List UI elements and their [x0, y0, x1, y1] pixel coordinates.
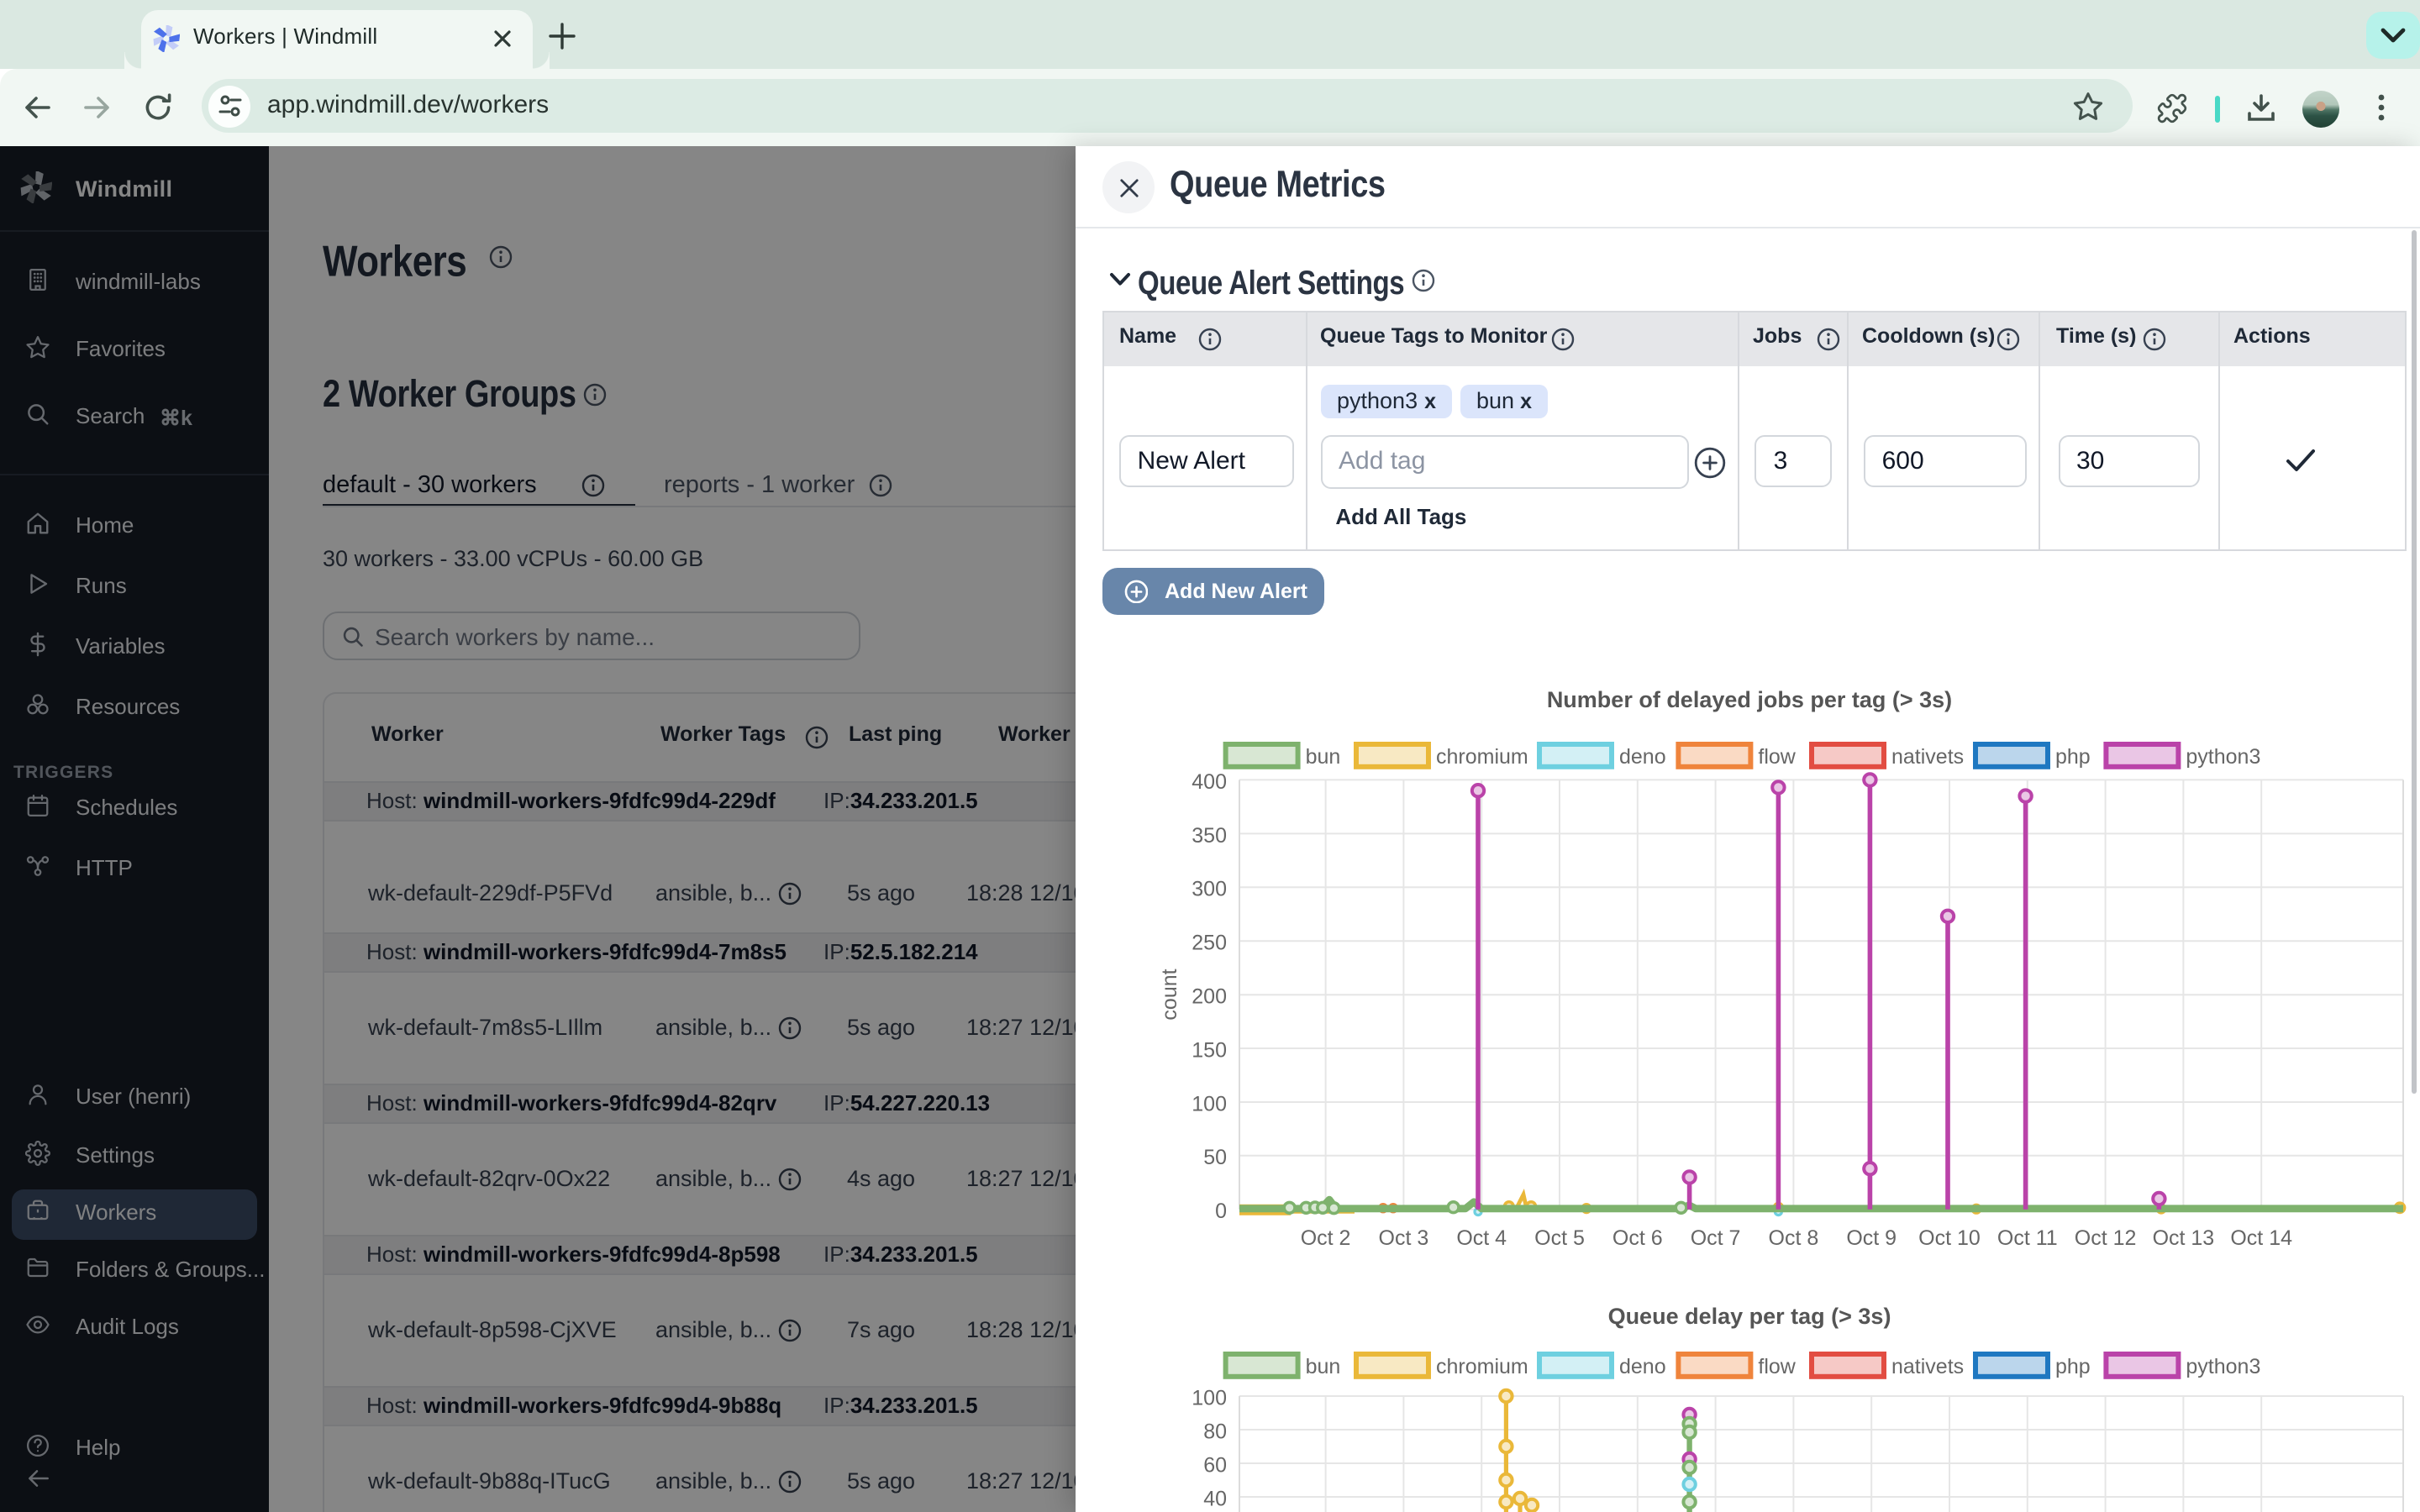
svg-text:Oct 9: Oct 9 — [1846, 1226, 1897, 1250]
svg-text:bun: bun — [1306, 1355, 1341, 1378]
svg-text:nativets: nativets — [1891, 745, 1964, 769]
svg-text:40: 40 — [1203, 1487, 1227, 1510]
svg-text:Oct 13: Oct 13 — [2153, 1226, 2215, 1250]
svg-text:php: php — [2055, 1355, 2091, 1378]
svg-text:deno: deno — [1619, 1355, 1666, 1378]
svg-text:chromium: chromium — [1436, 1355, 1528, 1378]
svg-text:Oct 10: Oct 10 — [1918, 1226, 1981, 1250]
svg-text:chromium: chromium — [1436, 745, 1528, 769]
svg-text:300: 300 — [1192, 878, 1227, 901]
svg-text:Oct 2: Oct 2 — [1301, 1226, 1351, 1250]
svg-text:python3: python3 — [2186, 745, 2260, 769]
svg-text:60: 60 — [1203, 1453, 1227, 1477]
svg-text:Oct 6: Oct 6 — [1612, 1226, 1663, 1250]
svg-text:count: count — [1158, 969, 1181, 1020]
svg-text:100: 100 — [1192, 1386, 1227, 1410]
svg-text:python3: python3 — [2186, 1355, 2260, 1378]
svg-text:250: 250 — [1192, 932, 1227, 955]
svg-text:flow: flow — [1758, 1355, 1796, 1378]
svg-text:200: 200 — [1192, 985, 1227, 1009]
svg-text:php: php — [2055, 745, 2091, 769]
svg-text:Oct 3: Oct 3 — [1379, 1226, 1429, 1250]
svg-text:0: 0 — [1215, 1200, 1227, 1223]
svg-text:100: 100 — [1192, 1092, 1227, 1116]
svg-text:Oct 14: Oct 14 — [2230, 1226, 2292, 1250]
svg-text:50: 50 — [1203, 1146, 1227, 1169]
svg-text:Oct 11: Oct 11 — [1997, 1226, 2058, 1250]
svg-text:Oct 12: Oct 12 — [2075, 1226, 2137, 1250]
svg-text:flow: flow — [1758, 745, 1796, 769]
svg-text:400: 400 — [1192, 770, 1227, 794]
svg-text:350: 350 — [1192, 824, 1227, 848]
svg-text:nativets: nativets — [1891, 1355, 1964, 1378]
svg-text:80: 80 — [1203, 1420, 1227, 1443]
svg-text:Oct 7: Oct 7 — [1691, 1226, 1741, 1250]
svg-text:Queue delay per tag (> 3s): Queue delay per tag (> 3s) — [1608, 1304, 1891, 1329]
svg-text:bun: bun — [1306, 745, 1341, 769]
svg-text:Oct 5: Oct 5 — [1534, 1226, 1585, 1250]
svg-text:Number of delayed jobs per tag: Number of delayed jobs per tag (> 3s) — [1547, 687, 1952, 712]
svg-text:Oct 4: Oct 4 — [1456, 1226, 1507, 1250]
svg-text:Oct 8: Oct 8 — [1769, 1226, 1819, 1250]
svg-text:150: 150 — [1192, 1038, 1227, 1062]
svg-text:deno: deno — [1619, 745, 1666, 769]
